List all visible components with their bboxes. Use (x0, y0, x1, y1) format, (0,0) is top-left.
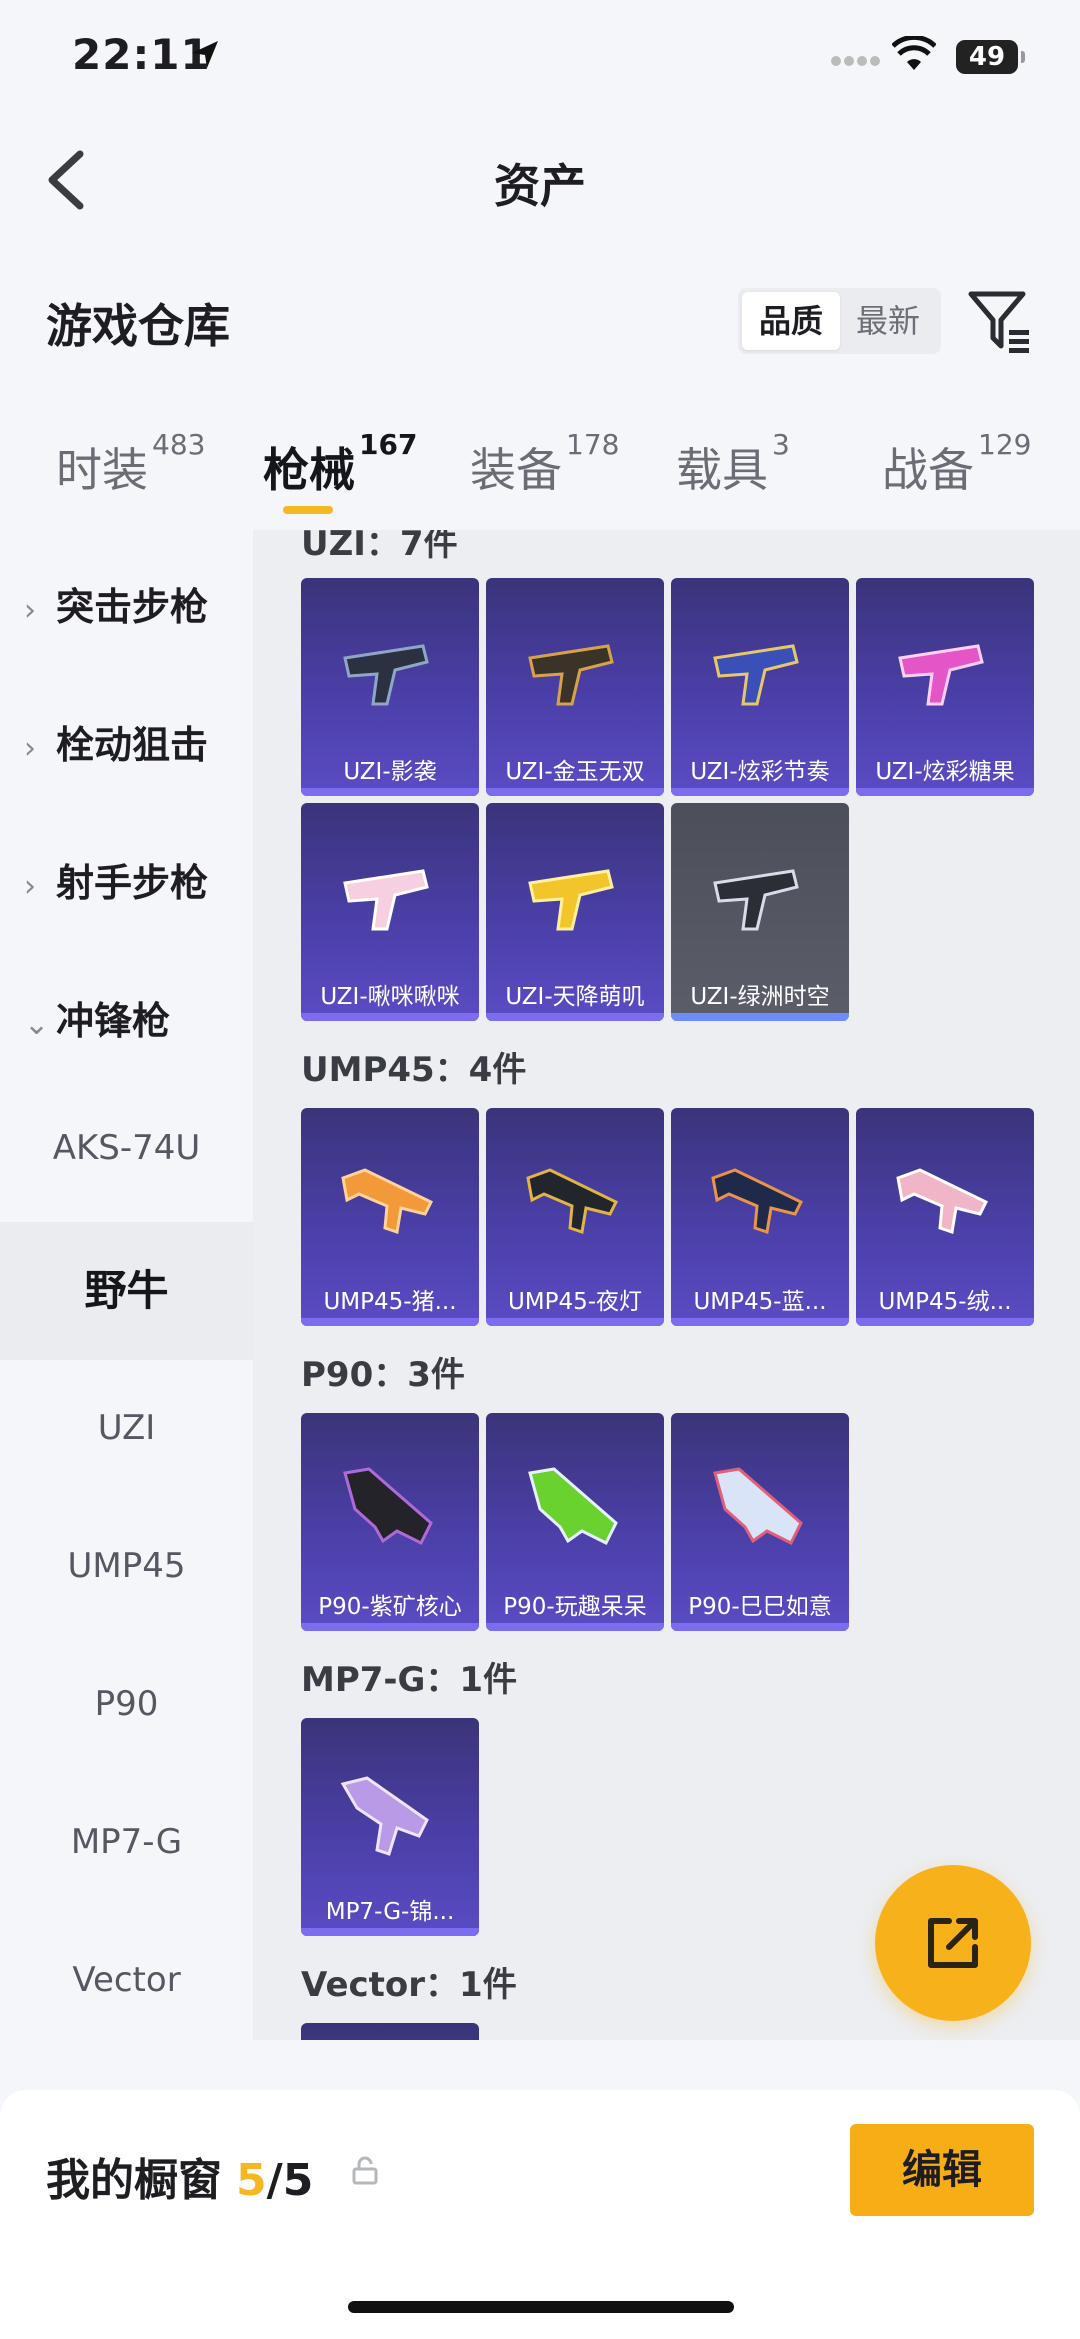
weapon-card[interactable]: UMP45-夜灯 (486, 1108, 664, 1326)
signal-dots-icon (830, 52, 882, 71)
weapon-card[interactable]: UZI-金玉无双 (486, 578, 664, 796)
mp7g-gun-icon (340, 1776, 429, 1856)
group-title-p90: P90：3件 (301, 1355, 465, 1395)
filter-icon[interactable] (965, 286, 1035, 356)
rarity-bar (486, 1013, 664, 1021)
group-title-vector: Vector：1件 (301, 1965, 517, 2005)
sort-quality-button[interactable]: 品质 (742, 292, 840, 350)
rarity-bar (671, 788, 849, 796)
warehouse-header: 游戏仓库 品质 最新 (0, 280, 1080, 360)
p90-gun-icon (343, 1467, 433, 1546)
battery-indicator: 49 (956, 40, 1025, 74)
tab-equipment[interactable]: 装备 178 (470, 428, 619, 500)
tab-fashion[interactable]: 时装 483 (56, 428, 205, 500)
chevron-right-icon: › (24, 731, 36, 766)
category-tabs: 时装 483 枪械 167 装备 178 载具 3 战备 129 (0, 420, 1080, 530)
sidebar-item-marksman-rifle[interactable]: › 射手步枪 (24, 852, 208, 907)
tab-firearms[interactable]: 枪械 167 (263, 428, 417, 500)
rarity-bar (301, 1928, 479, 1936)
weapon-sidebar: › 突击步枪 › 栓动狙击 › 射手步枪 ⌄ 冲锋枪 AKS-74U 野牛 UZI UM… (0, 530, 253, 2040)
rarity-bar (856, 788, 1034, 796)
tab-vehicles[interactable]: 载具 3 (676, 428, 790, 500)
uzi-gun-icon (528, 644, 614, 706)
rarity-bar (301, 1623, 479, 1631)
chevron-down-icon: ⌄ (24, 1007, 50, 1042)
tab-supplies[interactable]: 战备 129 (882, 428, 1031, 500)
sidebar-sub-p90[interactable]: P90 (0, 1684, 253, 1724)
weapon-card[interactable]: UZI-炫彩节奏 (671, 578, 849, 796)
showcase-total: /5 (266, 2155, 314, 2206)
uzi-gun-icon (713, 869, 799, 931)
sidebar-sub-uzi[interactable]: UZI (0, 1408, 253, 1448)
section-title: 游戏仓库 (46, 299, 230, 353)
external-link-icon (928, 1918, 978, 1968)
home-indicator (348, 2301, 734, 2313)
group-title-mp7g: MP7-G：1件 (301, 1660, 518, 1700)
uzi-gun-icon (343, 869, 429, 931)
rarity-bar (671, 1013, 849, 1021)
ump45-gun-icon (341, 1168, 434, 1234)
nav-bar: 资产 (0, 120, 1080, 240)
weapon-card[interactable]: UZI-影袭 (301, 578, 479, 796)
edit-button[interactable]: 编辑 (850, 2124, 1034, 2216)
weapon-card[interactable] (301, 2023, 479, 2040)
weapon-card[interactable]: P90-紫矿核心 (301, 1413, 479, 1631)
ump45-gun-icon (896, 1168, 989, 1234)
unlock-icon (350, 2156, 380, 2190)
weapon-card[interactable]: UZI-炫彩糖果 (856, 578, 1034, 796)
sidebar-item-assault-rifle[interactable]: › 突击步枪 (24, 576, 208, 631)
weapon-card[interactable]: P90-巳巳如意 (671, 1413, 849, 1631)
location-arrow-icon (188, 38, 222, 76)
rarity-bar (486, 788, 664, 796)
rarity-bar (671, 1318, 849, 1326)
page-title: 资产 (494, 159, 586, 213)
weapon-card[interactable]: UZI-啾咪啾咪 (301, 803, 479, 1021)
sidebar-sub-aks74u[interactable]: AKS-74U (0, 1128, 253, 1168)
p90-gun-icon (528, 1467, 618, 1546)
ump45-gun-icon (711, 1168, 804, 1234)
chevron-right-icon: › (24, 593, 36, 628)
ump45-gun-icon (526, 1168, 619, 1234)
weapon-card[interactable]: UZI-绿洲时空 (671, 803, 849, 1021)
showcase-count: 5 (236, 2155, 267, 2206)
weapon-card[interactable]: MP7-G-锦... (301, 1718, 479, 1936)
uzi-gun-icon (713, 644, 799, 706)
uzi-gun-icon (528, 869, 614, 931)
rarity-bar (486, 1318, 664, 1326)
rarity-bar (856, 1318, 1034, 1326)
rarity-bar (301, 1013, 479, 1021)
weapon-card[interactable]: UMP45-绒... (856, 1108, 1034, 1326)
rarity-bar (671, 1623, 849, 1631)
status-bar: 22:11 49 (0, 0, 1080, 120)
active-tab-indicator (283, 506, 333, 514)
weapon-card[interactable]: UMP45-蓝... (671, 1108, 849, 1326)
uzi-gun-icon (898, 644, 984, 706)
chevron-right-icon: › (24, 869, 36, 904)
wifi-icon (891, 34, 937, 76)
rarity-bar (301, 788, 479, 796)
weapon-card[interactable]: P90-玩趣呆呆 (486, 1413, 664, 1631)
rarity-bar (486, 1623, 664, 1631)
showcase-label: 我的橱窗 5/5 (46, 2155, 314, 2206)
sidebar-item-smg[interactable]: ⌄ 冲锋枪 (24, 990, 170, 1045)
p90-gun-icon (713, 1467, 803, 1546)
sort-toggle: 品质 最新 (738, 288, 941, 354)
sort-latest-button[interactable]: 最新 (839, 292, 937, 350)
sidebar-sub-bizon[interactable]: 野牛 (0, 1222, 253, 1360)
sidebar-sub-mp7g[interactable]: MP7-G (0, 1822, 253, 1862)
sidebar-sub-ump45[interactable]: UMP45 (0, 1546, 253, 1586)
group-title-uzi: UZI：7件 (301, 530, 458, 564)
uzi-gun-icon (343, 644, 429, 706)
weapon-card[interactable]: UMP45-猪... (301, 1108, 479, 1326)
sidebar-item-bolt-sniper[interactable]: › 栓动狙击 (24, 714, 208, 769)
sidebar-sub-vector[interactable]: Vector (0, 1960, 253, 2000)
rarity-bar (301, 1318, 479, 1326)
share-button[interactable] (875, 1865, 1031, 2021)
weapon-grid: UZI：7件 UZI-影袭 UZI-金玉无双 UZI-炫彩节奏 UZI-炫彩糖果… (253, 530, 1080, 2040)
group-title-ump45: UMP45：4件 (301, 1050, 527, 1090)
weapon-card[interactable]: UZI-天降萌叽 (486, 803, 664, 1021)
